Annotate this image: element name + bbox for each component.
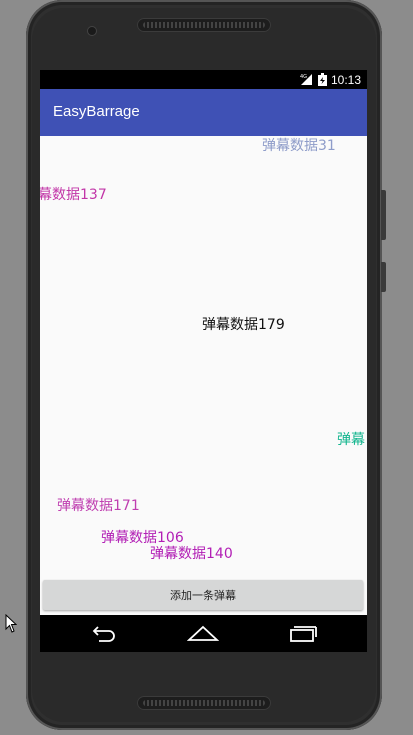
barrage-item: 弹幕数据137 — [40, 187, 107, 203]
device-screen: 4G 10:13 EasyBarrage 弹幕数据31 弹幕数据1 — [40, 70, 367, 652]
emulator-stage: 4G 10:13 EasyBarrage 弹幕数据31 弹幕数据1 — [0, 0, 413, 735]
volume-button — [381, 190, 386, 240]
navigation-bar — [40, 615, 367, 652]
barrage-item: 弹幕数据106 — [101, 530, 184, 546]
barrage-item: 弹幕 — [337, 432, 365, 448]
home-icon[interactable] — [186, 622, 220, 646]
battery-icon — [317, 73, 327, 86]
status-bar: 4G 10:13 — [40, 70, 367, 89]
app-bar: EasyBarrage — [40, 89, 367, 136]
signal-icon: 4G — [300, 73, 314, 86]
add-barrage-button[interactable]: 添加一条弹幕 — [43, 580, 363, 610]
recents-icon[interactable] — [286, 622, 320, 646]
clock: 10:13 — [330, 72, 361, 87]
power-button — [381, 262, 386, 292]
barrage-item: 弹幕数据31 — [262, 138, 336, 154]
app-title: EasyBarrage — [53, 103, 140, 120]
bottom-speaker — [137, 696, 271, 710]
status-icons: 4G 10:13 — [300, 72, 361, 87]
svg-text:4G: 4G — [300, 74, 307, 80]
barrage-area: 弹幕数据31 弹幕数据137 弹幕数据179 弹幕 弹幕数据171 弹幕数据10… — [40, 136, 367, 615]
mouse-cursor-icon — [5, 613, 18, 638]
barrage-item: 弹幕数据179 — [202, 317, 285, 333]
barrage-item: 弹幕数据171 — [57, 498, 140, 514]
top-speaker — [137, 18, 271, 32]
front-camera — [88, 27, 96, 35]
barrage-item: 弹幕数据140 — [150, 546, 233, 562]
back-icon[interactable] — [86, 622, 120, 646]
